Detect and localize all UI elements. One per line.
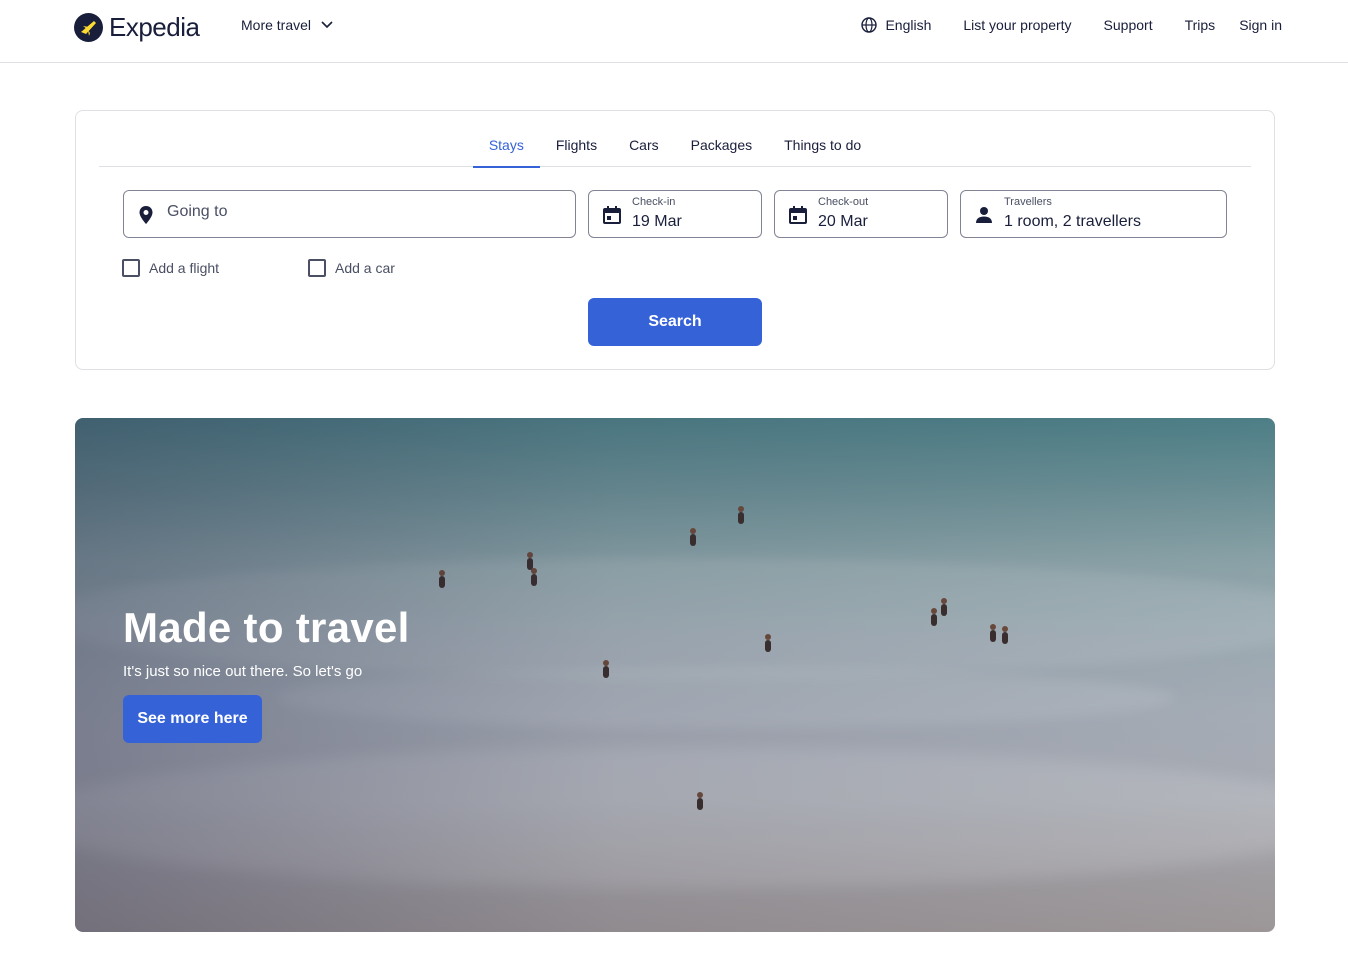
language-selector[interactable]: English [861,17,931,33]
tab-flights[interactable]: Flights [540,111,613,167]
location-pin-icon [139,206,153,224]
add-flight-checkbox[interactable] [122,259,140,277]
expedia-logo[interactable]: Expedia [74,12,200,43]
travellers-value: 1 room, 2 travellers [1004,213,1141,230]
tab-packages[interactable]: Packages [675,111,768,167]
add-car-checkbox[interactable] [308,259,326,277]
chevron-down-icon [321,21,333,29]
header-nav: English List your property Support Trips… [861,17,1282,33]
tab-cars[interactable]: Cars [613,111,675,167]
destination-placeholder: Going to [167,203,228,220]
travellers-field[interactable]: Travellers 1 room, 2 travellers [960,190,1227,238]
tab-things-to-do[interactable]: Things to do [768,111,877,167]
calendar-icon [603,206,621,224]
hero-banner: Made to travel It's just so nice out the… [75,418,1275,932]
calendar-icon [789,206,807,224]
person-icon [976,207,992,223]
search-panel: Stays Flights Cars Packages Things to do… [75,110,1275,370]
hero-subtitle: It's just so nice out there. So let's go [123,663,363,680]
sign-in-link[interactable]: Sign in [1239,17,1282,33]
check-out-value: 20 Mar [818,213,868,230]
language-label: English [885,17,932,33]
add-car-label: Add a car [335,260,395,276]
brand-name: Expedia [109,12,200,42]
add-car-option[interactable]: Add a car [308,259,395,277]
list-property-link[interactable]: List your property [963,17,1071,33]
add-flight-label: Add a flight [149,260,220,276]
hero-title: Made to travel [123,604,410,651]
check-out-field[interactable]: Check-out 20 Mar [774,190,948,238]
support-link[interactable]: Support [1104,17,1153,33]
add-flight-option[interactable]: Add a flight [122,259,219,277]
trips-link[interactable]: Trips [1185,17,1216,33]
check-out-label: Check-out [818,196,869,208]
destination-field[interactable]: Going to [123,190,576,238]
check-in-field[interactable]: Check-in 19 Mar [588,190,762,238]
globe-icon [861,17,878,33]
check-in-label: Check-in [632,196,676,208]
search-button[interactable]: Search [588,298,762,346]
more-travel-menu[interactable]: More travel [241,17,333,33]
travellers-label: Travellers [1004,196,1052,208]
check-in-value: 19 Mar [632,213,682,230]
site-header: Expedia More travel English List your pr… [0,0,1348,63]
search-tabs: Stays Flights Cars Packages Things to do [99,111,1251,168]
more-travel-label: More travel [241,17,312,33]
plane-logo-icon [74,13,103,42]
see-more-button[interactable]: See more here [123,695,262,743]
tab-stays[interactable]: Stays [472,111,540,168]
